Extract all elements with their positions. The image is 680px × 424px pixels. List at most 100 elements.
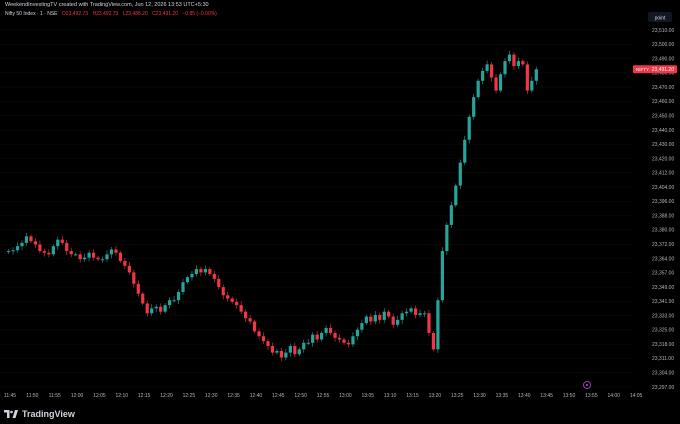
price-tick-label: 23,420.00 xyxy=(652,156,674,162)
candle-body xyxy=(244,311,248,319)
candle-body xyxy=(476,80,480,98)
candle-body xyxy=(248,318,252,322)
candle-body xyxy=(33,241,38,245)
price-tick-label: 23,430.00 xyxy=(652,142,674,148)
candle-body xyxy=(306,342,310,344)
candle-body xyxy=(132,272,136,284)
time-tick-label: 14:05 xyxy=(630,393,643,399)
candle-body xyxy=(413,308,418,315)
candle-body xyxy=(503,61,507,75)
candle-body xyxy=(252,321,257,332)
price-tick-label: 23,460.00 xyxy=(652,99,674,105)
candle-body xyxy=(373,314,377,322)
candle-body xyxy=(38,244,42,252)
candle-body xyxy=(83,257,87,260)
brand-name: TradingView xyxy=(22,409,75,419)
candle-body xyxy=(221,287,225,296)
price-axis[interactable]: 23,510.0023,500.0023,490.0023,480.0023,4… xyxy=(652,28,674,391)
candle-body xyxy=(369,316,373,322)
candle-body xyxy=(212,274,216,279)
time-tick-label: 13:00 xyxy=(339,393,352,399)
candle-body xyxy=(440,251,444,301)
replay-icon[interactable] xyxy=(583,381,591,389)
candle-body xyxy=(217,278,221,288)
price-tick-label: 23,380.00 xyxy=(652,228,674,234)
candle-body xyxy=(11,250,15,252)
time-tick-label: 12:35 xyxy=(227,393,240,399)
time-tick-label: 13:10 xyxy=(384,393,397,399)
candle-body xyxy=(427,313,431,333)
time-tick-label: 12:45 xyxy=(272,393,285,399)
time-tick-label: 12:30 xyxy=(205,393,218,399)
candle-body xyxy=(87,252,91,258)
candle-body xyxy=(302,342,306,350)
candle-body xyxy=(181,282,185,293)
time-tick-label: 13:25 xyxy=(451,393,464,399)
tradingview-logo-icon xyxy=(4,410,18,418)
candle-body xyxy=(418,313,422,315)
candle-body xyxy=(203,269,207,273)
price-tag-symbol: NIFTY xyxy=(636,67,649,72)
price-tick-label: 23,349.00 xyxy=(652,285,674,291)
tradingview-footer[interactable]: TradingView xyxy=(4,406,75,422)
price-tick-label: 23,372.00 xyxy=(652,242,674,248)
candle-body xyxy=(512,54,516,67)
candle-body xyxy=(297,349,301,355)
candle-body xyxy=(24,236,29,243)
time-tick-label: 12:25 xyxy=(183,393,196,399)
candlestick-chart[interactable]: 23,510.0023,500.0023,490.0023,480.0023,4… xyxy=(0,0,680,424)
candle-body xyxy=(167,300,172,306)
candle-body xyxy=(208,269,212,275)
candle-body xyxy=(257,331,261,337)
price-tick-label: 23,396.00 xyxy=(652,199,674,205)
candle-body xyxy=(91,252,96,258)
price-tick-label: 23,450.00 xyxy=(652,113,674,119)
candle-body xyxy=(409,308,413,312)
time-tick-label: 13:45 xyxy=(540,393,553,399)
candle-body xyxy=(199,269,203,273)
candles[interactable] xyxy=(7,50,538,361)
candle-body xyxy=(360,323,364,330)
price-tick-label: 23,510.00 xyxy=(652,28,674,34)
candle-body xyxy=(150,308,154,314)
candle-body xyxy=(51,246,55,255)
candle-body xyxy=(351,336,355,345)
candle-body xyxy=(123,260,127,266)
time-tick-label: 13:30 xyxy=(473,393,486,399)
candle-body xyxy=(342,339,346,343)
candle-body xyxy=(114,249,118,253)
price-tick-label: 23,304.00 xyxy=(652,371,674,377)
time-tick-label: 12:55 xyxy=(317,393,330,399)
scale-mode-label: point xyxy=(655,16,666,22)
candle-body xyxy=(145,303,149,314)
candle-body xyxy=(235,301,239,306)
time-tick-label: 13:50 xyxy=(563,393,576,399)
candle-body xyxy=(56,239,60,247)
candle-body xyxy=(159,306,163,312)
candle-body xyxy=(127,265,131,273)
candle-body xyxy=(382,311,386,320)
time-tick-label: 14:00 xyxy=(607,393,620,399)
candle-body xyxy=(20,242,24,247)
candle-body xyxy=(136,283,140,294)
time-axis[interactable]: 11:45 11:50 11:55 12:00 12:05 12:10 12:15 12:20… xyxy=(4,393,643,399)
candle-body xyxy=(266,341,270,347)
time-tick-label: 13:55 xyxy=(585,393,598,399)
candle-body xyxy=(396,319,400,325)
candle-body xyxy=(275,350,279,353)
time-tick-label: 12:50 xyxy=(294,393,307,399)
candle-body xyxy=(333,332,337,338)
time-tick-label: 11:45 xyxy=(4,393,16,399)
candle-body xyxy=(261,336,266,342)
time-tick-label: 13:20 xyxy=(429,393,442,399)
candle-body xyxy=(507,54,512,62)
candle-body xyxy=(118,252,122,261)
candle-body xyxy=(489,64,494,78)
time-tick-label: 13:05 xyxy=(362,393,375,399)
current-price-tag: NIFTY 23,491.20 xyxy=(633,65,677,74)
candle-body xyxy=(78,254,82,260)
candle-body xyxy=(29,236,33,242)
price-tick-label: 23,364.00 xyxy=(652,256,674,262)
candle-body xyxy=(467,116,471,140)
price-tick-label: 23,388.00 xyxy=(652,213,674,219)
